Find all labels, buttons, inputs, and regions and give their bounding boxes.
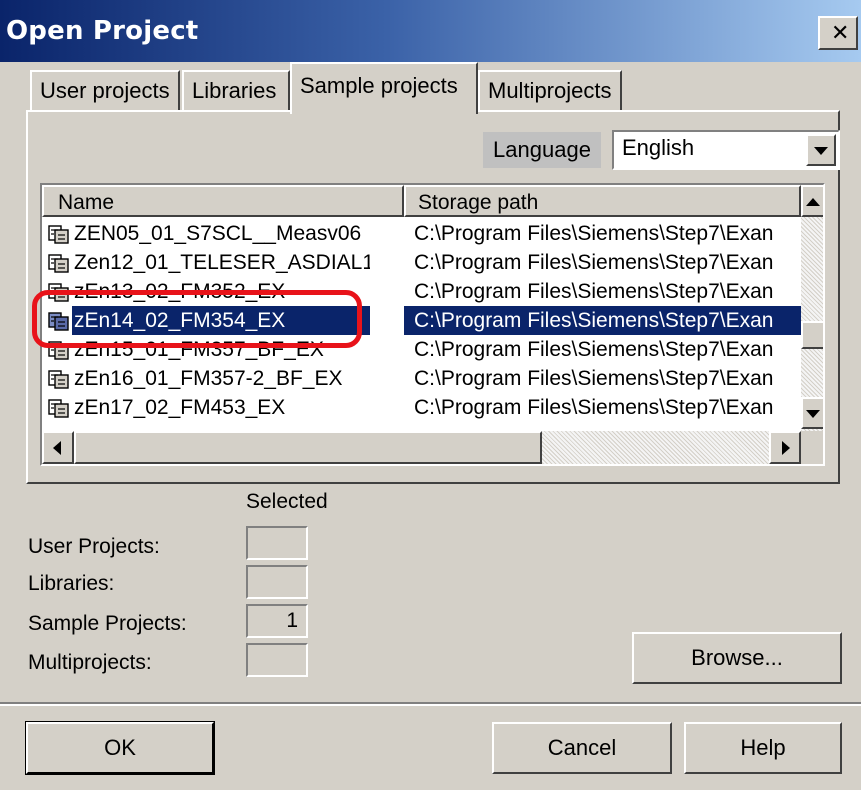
tab-multiprojects[interactable]: Multiprojects <box>478 70 622 110</box>
project-icon <box>48 254 69 273</box>
sample-projects-count: 1 <box>246 604 308 638</box>
tab-label: Sample projects <box>300 73 458 98</box>
row-storage-path: C:\Program Files\Siemens\Step7\Exan <box>414 251 774 274</box>
project-icon <box>48 312 69 331</box>
scroll-up-icon <box>806 198 820 206</box>
vertical-scroll-thumb[interactable] <box>801 321 823 349</box>
column-header-label: Name <box>58 191 115 214</box>
scroll-down-icon <box>806 410 820 418</box>
column-header-storage-path[interactable]: Storage path <box>404 185 801 217</box>
close-icon: ✕ <box>831 21 850 46</box>
project-list[interactable]: Name Storage path ZEN05_01_S7SCL__Measv0… <box>40 183 825 466</box>
language-value: English <box>622 135 695 160</box>
row-storage-path: C:\Program Files\Siemens\Step7\Exan <box>414 396 774 419</box>
list-item[interactable]: zEn13_02_FM352_EX C:\Program Files\Siemen… <box>42 277 802 306</box>
scroll-right-button[interactable] <box>769 431 801 464</box>
sample-projects-label: Sample Projects: <box>28 612 187 635</box>
project-icon <box>48 225 69 244</box>
language-dropdown-button[interactable] <box>806 134 836 166</box>
browse-button[interactable]: Browse... <box>632 632 842 684</box>
close-button[interactable]: ✕ <box>818 16 858 50</box>
list-item[interactable]: zEn17_02_FM453_EX C:\Program Files\Siemen… <box>42 393 802 422</box>
multiprojects-label: Multiprojects: <box>28 651 152 674</box>
tab-label: Multiprojects <box>488 78 612 103</box>
language-select[interactable]: English <box>612 130 840 170</box>
project-icon <box>48 283 69 302</box>
column-header-name[interactable]: Name <box>42 185 404 217</box>
row-storage-path: C:\Program Files\Siemens\Step7\Exan <box>414 222 774 245</box>
tab-libraries[interactable]: Libraries <box>182 70 290 110</box>
column-header-label: Storage path <box>418 191 539 214</box>
list-item[interactable]: zEn15_01_FM357_BF_EX C:\Program Files\Sie… <box>42 335 802 364</box>
language-label: Language <box>483 132 601 168</box>
separator <box>0 702 861 706</box>
window-title: Open Project <box>6 16 199 46</box>
row-storage-path: C:\Program Files\Siemens\Step7\Exan <box>414 367 774 390</box>
scrollbar-corner <box>801 431 823 464</box>
cancel-button[interactable]: Cancel <box>492 722 672 774</box>
row-storage-path: C:\Program Files\Siemens\Step7\Exan <box>414 338 774 361</box>
scroll-left-button[interactable] <box>42 431 74 464</box>
tab-label: User projects <box>40 78 170 103</box>
project-icon <box>48 370 69 389</box>
tab-label: Libraries <box>192 78 277 103</box>
project-icon <box>48 341 69 360</box>
row-name: zEn15_01_FM357_BF_EX <box>74 338 324 361</box>
chevron-down-icon <box>814 147 828 155</box>
row-storage-path: C:\Program Files\Siemens\Step7\Exan <box>414 280 774 303</box>
row-name: zEn16_01_FM357-2_BF_EX <box>74 367 343 390</box>
row-name: zEn17_02_FM453_EX <box>74 396 286 419</box>
user-projects-label: User Projects: <box>28 535 160 558</box>
libraries-count <box>246 565 308 599</box>
row-name: zEn14_02_FM354_EX <box>74 309 286 332</box>
row-name: Zen12_01_TELESER_ASDIAL1 <box>74 251 370 274</box>
user-projects-count <box>246 526 308 560</box>
list-item[interactable]: zEn14_02_FM354_EX C:\Program Files\Siemen… <box>42 306 802 335</box>
scroll-down-button[interactable] <box>801 397 823 429</box>
multiprojects-count <box>246 643 308 677</box>
list-item[interactable]: Zen12_01_TELESER_ASDIAL1 C:\Program Files… <box>42 248 802 277</box>
row-storage-path: C:\Program Files\Siemens\Step7\Exan <box>414 309 774 332</box>
horizontal-scroll-thumb[interactable] <box>74 431 542 464</box>
scroll-right-icon <box>782 441 790 455</box>
help-button[interactable]: Help <box>684 722 842 774</box>
selected-heading: Selected <box>246 490 328 513</box>
title-bar: Open Project ✕ <box>0 0 861 62</box>
ok-button[interactable]: OK <box>26 722 214 774</box>
list-item[interactable]: ZEN05_01_S7SCL__Measv06 C:\Program Files\… <box>42 219 802 248</box>
tab-sample-projects[interactable]: Sample projects <box>290 62 478 114</box>
row-name: zEn13_02_FM352_EX <box>74 280 286 303</box>
tab-user-projects[interactable]: User projects <box>30 70 180 110</box>
libraries-label: Libraries: <box>28 572 115 595</box>
row-name: ZEN05_01_S7SCL__Measv06 <box>74 222 362 245</box>
scroll-up-button[interactable] <box>801 185 823 217</box>
scroll-left-icon <box>53 441 61 455</box>
vertical-scrollbar[interactable] <box>801 185 823 431</box>
list-item[interactable]: zEn16_01_FM357-2_BF_EX C:\Program Files\S… <box>42 364 802 393</box>
project-icon <box>48 399 69 418</box>
